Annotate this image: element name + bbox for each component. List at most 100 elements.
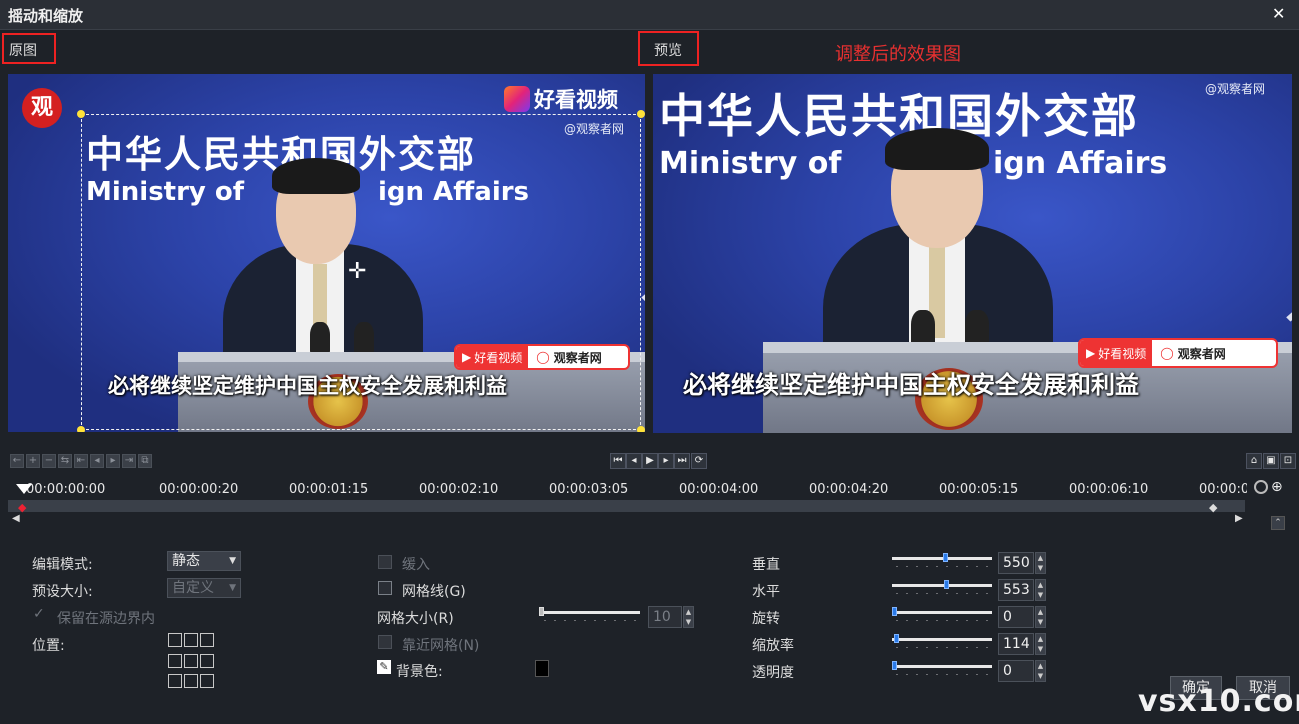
vertical-knob[interactable] — [943, 553, 948, 562]
horizontal-knob[interactable] — [944, 580, 949, 589]
vertical-stepper[interactable]: ▲ ▼ — [1035, 552, 1046, 574]
next-keyframe-icon[interactable]: ▸ — [106, 454, 120, 468]
title-bar — [0, 0, 1299, 30]
bg-color-swatch[interactable] — [535, 660, 549, 677]
keep-in-bounds-label: 保留在源边界内 — [57, 611, 155, 627]
edit-mode-select[interactable]: 静态 ▼ — [167, 551, 241, 571]
vertical-input[interactable]: 550 — [998, 552, 1034, 574]
playhead-marker[interactable] — [16, 484, 32, 494]
opacity-input[interactable]: 0 — [998, 660, 1034, 682]
to-end-icon[interactable]: ⇥ — [122, 454, 136, 468]
position-cell[interactable] — [184, 674, 198, 688]
collapse-icon[interactable]: ⌃ — [1271, 516, 1285, 530]
position-cell[interactable] — [168, 633, 182, 647]
original-label: 原图 — [9, 43, 37, 59]
crop-handle[interactable] — [637, 426, 645, 432]
vertical-slider[interactable] — [892, 557, 992, 560]
person-hair — [885, 128, 989, 170]
scroll-right-icon[interactable]: ▶ — [1235, 513, 1243, 524]
prev-frame-icon[interactable]: ◂ — [626, 453, 642, 469]
zoom-slider[interactable] — [892, 638, 992, 641]
preset-size-label: 预设大小: — [32, 584, 93, 600]
rotate-input[interactable]: 0 — [998, 606, 1034, 628]
zoom-in-icon[interactable]: ⊕ — [1271, 479, 1283, 495]
add-keyframe-icon[interactable]: + — [26, 454, 40, 468]
to-start-icon[interactable]: ⇤ — [74, 454, 88, 468]
timeline-tick: 00:00:05:15 — [939, 482, 1019, 497]
crop-handle[interactable] — [77, 426, 85, 432]
opacity-stepper[interactable]: ▲ ▼ — [1035, 660, 1046, 682]
annotation-text: 调整后的效果图 — [835, 44, 961, 65]
next-frame-icon[interactable]: ▸ — [658, 453, 674, 469]
reverse-icon[interactable]: ⇆ — [58, 454, 72, 468]
position-label: 位置: — [32, 638, 65, 654]
view-mode-icon[interactable]: ⌂ — [1246, 453, 1262, 469]
rotate-stepper[interactable]: ▲ ▼ — [1035, 606, 1046, 628]
chevron-down-icon: ▼ — [229, 583, 236, 593]
timeline-tick: 00:00:00:20 — [159, 482, 239, 497]
search-icon: ◯ — [1160, 346, 1174, 360]
horizontal-stepper[interactable]: ▲ ▼ — [1035, 579, 1046, 601]
go-start-icon[interactable]: ⏮ — [610, 453, 626, 469]
play-icon[interactable]: ▶ — [642, 453, 658, 469]
position-cell[interactable] — [184, 654, 198, 668]
fullscreen-icon[interactable]: ⊡ — [1280, 453, 1296, 469]
zoom-label: 缩放率 — [752, 638, 794, 654]
move-left-icon[interactable]: ← — [10, 454, 24, 468]
grid-size-stepper[interactable]: ▲ ▼ — [683, 606, 694, 628]
timeline-tick: 00:00:06:10 — [1069, 482, 1149, 497]
position-cell[interactable] — [200, 674, 214, 688]
guancha-corner-logo: 观 — [22, 88, 62, 128]
haokan-logo: 好看视频 — [504, 84, 618, 114]
grid-size-input[interactable]: 10 — [648, 606, 682, 628]
ease-in-label: 缓入 — [402, 557, 430, 573]
crop-handle[interactable] — [77, 110, 85, 118]
horizontal-slider[interactable] — [892, 584, 992, 587]
copy-icon[interactable]: ⧉ — [138, 454, 152, 468]
prev-keyframe-icon[interactable]: ◂ — [90, 454, 104, 468]
go-end-icon[interactable]: ⏭ — [674, 453, 690, 469]
position-cell[interactable] — [200, 654, 214, 668]
remove-keyframe-icon[interactable]: − — [42, 454, 56, 468]
preset-size-value: 自定义 — [172, 580, 214, 596]
watermark: @观察者网 — [1205, 82, 1266, 96]
timeline-tick: 00:00:02:10 — [419, 482, 499, 497]
timeline-track[interactable] — [8, 500, 1245, 512]
grid-size-knob[interactable] — [539, 607, 544, 616]
grid-lines-checkbox[interactable] — [378, 581, 392, 595]
display-icon[interactable]: ▣ — [1263, 453, 1279, 469]
ease-in-checkbox — [378, 555, 392, 569]
position-cell[interactable] — [168, 674, 182, 688]
rotate-slider[interactable] — [892, 611, 992, 614]
checkmark-icon: ✓ — [33, 606, 45, 622]
opacity-knob[interactable] — [892, 661, 897, 670]
sign-english-right: ign Affairs — [993, 146, 1168, 181]
rotate-knob[interactable] — [892, 607, 897, 616]
grid-size-slider[interactable] — [540, 611, 640, 614]
position-cell[interactable] — [200, 633, 214, 647]
zoom-knob[interactable] — [894, 634, 899, 643]
slider-ticks — [892, 565, 992, 568]
opacity-slider[interactable] — [892, 665, 992, 668]
eyedropper-icon[interactable]: ✎ — [377, 660, 391, 674]
zoom-stepper[interactable]: ▲ ▼ — [1035, 633, 1046, 655]
haokan-logo-text: 好看视频 — [534, 88, 618, 112]
scroll-left-icon[interactable]: ◀ — [12, 513, 20, 524]
timeline-tick: 00:00:01:15 — [289, 482, 369, 497]
zoom-input[interactable]: 114 — [998, 633, 1034, 655]
timeline-tick: 00:00:0 — [1199, 482, 1247, 497]
position-cell[interactable] — [168, 654, 182, 668]
play-icon: ▶ — [1086, 346, 1096, 360]
horizontal-input[interactable]: 553 — [998, 579, 1034, 601]
grid-lines-label[interactable]: 网格线(G) — [402, 581, 466, 601]
zoom-out-icon[interactable] — [1254, 480, 1268, 494]
original-video-pane[interactable]: 中华人民共和国外交部 Ministry of ign Affairs 必将继续坚… — [8, 74, 645, 432]
repeat-icon[interactable]: ⟳ — [691, 453, 707, 469]
crosshair-icon[interactable]: ✛ — [348, 259, 366, 284]
chevron-down-icon: ▼ — [229, 556, 236, 566]
preview-video-pane: 中华人民共和国外交部 Ministry of ign Affairs 必将继续坚… — [653, 74, 1292, 433]
close-icon[interactable]: ✕ — [1272, 4, 1285, 23]
crop-handle[interactable] — [637, 110, 645, 118]
position-cell[interactable] — [184, 633, 198, 647]
keyframe-end-icon[interactable]: ◆ — [1209, 501, 1217, 514]
